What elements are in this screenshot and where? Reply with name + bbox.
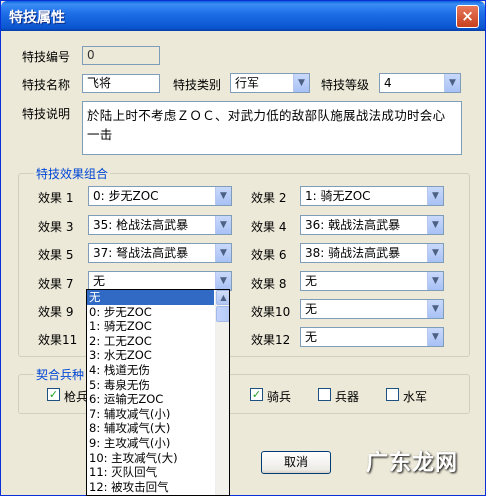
- dropdown-option[interactable]: 无: [87, 290, 214, 305]
- category-label: 特技类别: [173, 78, 222, 92]
- chevron-down-icon: ▼: [444, 74, 460, 92]
- effect-11-label: 效果11: [38, 333, 78, 347]
- dropdown-option[interactable]: 0: 步无ZOC: [87, 305, 214, 320]
- troop-navy-label: 水军: [403, 390, 428, 404]
- dropdown-option[interactable]: 4: 栈道无伤: [87, 363, 214, 378]
- effect-7-select[interactable]: 无 ▼: [88, 271, 232, 291]
- effect-7-label: 效果 7: [38, 277, 74, 291]
- effect-5-value: 37: 弩战法高武暴: [93, 246, 189, 260]
- troops-group-title: 契合兵种: [34, 366, 87, 383]
- chevron-down-icon: ▼: [427, 244, 443, 262]
- effect-8-label: 效果 8: [251, 277, 287, 291]
- chevron-down-icon: ▼: [215, 272, 231, 290]
- dropdown-option[interactable]: 12: 被攻击回气: [87, 480, 214, 495]
- scroll-thumb[interactable]: [216, 306, 229, 322]
- category-select[interactable]: 行军 ▼: [230, 73, 310, 93]
- dropdown-scrollbar[interactable]: ▲: [215, 290, 229, 495]
- name-field[interactable]: 飞将: [82, 74, 160, 93]
- effect-8-select[interactable]: 无 ▼: [300, 271, 444, 291]
- effect-2-label: 效果 2: [251, 191, 287, 205]
- effect-3-label: 效果 3: [38, 220, 74, 234]
- desc-textarea[interactable]: 於陆上时不考虑ＺＯＣ、对武力低的敌部队施展战法成功时会心一击: [82, 101, 462, 155]
- chevron-down-icon: ▼: [427, 300, 443, 318]
- effect-2-select[interactable]: 1: 骑无ZOC ▼: [300, 186, 444, 206]
- close-icon: ×: [461, 7, 474, 25]
- dropdown-option[interactable]: 1: 骑无ZOC: [87, 319, 214, 334]
- troop-cavalry-checkbox[interactable]: ✓: [250, 388, 263, 401]
- effect-9-label: 效果 9: [38, 305, 74, 319]
- window-title: 特技属性: [9, 10, 65, 26]
- dropdown-option[interactable]: 9: 主攻减气(小): [87, 436, 214, 451]
- id-label: 特技编号: [22, 50, 71, 64]
- effect-6-label: 效果 6: [251, 248, 287, 262]
- title-bar: 特技属性 ×: [1, 1, 485, 31]
- effect-12-value: 无: [305, 330, 318, 344]
- troop-navy-checkbox[interactable]: [386, 388, 399, 401]
- chevron-down-icon: ▼: [215, 244, 231, 262]
- dropdown-option[interactable]: 11: 灭队回气: [87, 465, 214, 480]
- chevron-down-icon: ▼: [427, 216, 443, 234]
- effect-8-value: 无: [305, 274, 318, 288]
- level-value: 4: [384, 76, 392, 90]
- dialog-window: 特技属性 × 特技编号 0 特技名称 飞将 特技类别 行军 ▼ 特技等级 4 ▼…: [0, 0, 486, 496]
- effect-1-value: 0: 步无ZOC: [93, 189, 159, 203]
- chevron-down-icon: ▼: [215, 216, 231, 234]
- effect-7-value: 无: [93, 274, 106, 288]
- effect-5-select[interactable]: 37: 弩战法高武暴 ▼: [88, 243, 232, 263]
- dialog-body: 特技编号 0 特技名称 飞将 特技类别 行军 ▼ 特技等级 4 ▼ 特技说明 於…: [4, 31, 482, 492]
- dropdown-option[interactable]: 8: 辅攻减气(大): [87, 421, 214, 436]
- effect-4-select[interactable]: 36: 戟战法高武暴 ▼: [300, 215, 444, 235]
- category-value: 行军: [235, 76, 260, 90]
- effect-4-value: 36: 戟战法高武暴: [305, 218, 401, 232]
- effect-3-select[interactable]: 35: 枪战法高武暴 ▼: [88, 215, 232, 235]
- effect-3-value: 35: 枪战法高武暴: [93, 218, 189, 232]
- scroll-up-icon[interactable]: ▲: [216, 290, 229, 305]
- effect-2-value: 1: 骑无ZOC: [305, 189, 371, 203]
- troop-spear-checkbox[interactable]: ✓: [47, 388, 60, 401]
- dropdown-option[interactable]: 7: 辅攻减气(小): [87, 407, 214, 422]
- chevron-down-icon: ▼: [293, 74, 309, 92]
- effect-6-select[interactable]: 38: 骑战法高武暴 ▼: [300, 243, 444, 263]
- effect-6-value: 38: 骑战法高武暴: [305, 246, 401, 260]
- name-label: 特技名称: [22, 78, 71, 92]
- dropdown-option[interactable]: 5: 毒泉无伤: [87, 378, 214, 393]
- dropdown-option[interactable]: 3: 水无ZOC: [87, 348, 214, 363]
- effect-12-label: 效果12: [251, 333, 291, 347]
- effect-10-select[interactable]: 无 ▼: [300, 299, 444, 319]
- effect-7-dropdown-list[interactable]: 无 0: 步无ZOC 1: 骑无ZOC 2: 工无ZOC 3: 水无ZOC 4: 栈道无伤…: [86, 289, 230, 496]
- level-label: 特技等级: [321, 78, 370, 92]
- desc-label: 特技说明: [22, 107, 71, 121]
- level-select[interactable]: 4 ▼: [379, 73, 461, 93]
- dropdown-option[interactable]: 10: 主攻减气(大): [87, 451, 214, 466]
- effect-4-label: 效果 4: [251, 220, 287, 234]
- dropdown-option[interactable]: 6: 运输无ZOC: [87, 392, 214, 407]
- troop-siege-checkbox[interactable]: [318, 388, 331, 401]
- effects-group-title: 特技效果组合: [34, 165, 111, 182]
- effect-12-select[interactable]: 无 ▼: [300, 327, 444, 347]
- dropdown-option[interactable]: 2: 工无ZOC: [87, 334, 214, 349]
- id-field: 0: [82, 46, 160, 65]
- dropdown-options: 无 0: 步无ZOC 1: 骑无ZOC 2: 工无ZOC 3: 水无ZOC 4: 栈道无伤…: [87, 290, 214, 495]
- effect-10-value: 无: [305, 302, 318, 316]
- effect-1-label: 效果 1: [38, 191, 74, 205]
- effect-5-label: 效果 5: [38, 248, 74, 262]
- close-button[interactable]: ×: [456, 5, 479, 28]
- chevron-down-icon: ▼: [427, 272, 443, 290]
- cancel-button[interactable]: 取消: [261, 451, 331, 474]
- chevron-down-icon: ▼: [215, 187, 231, 205]
- chevron-down-icon: ▼: [427, 328, 443, 346]
- troop-cavalry-label: 骑兵: [267, 390, 292, 404]
- watermark-text: 广东龙网: [366, 451, 459, 476]
- effect-10-label: 效果10: [251, 305, 291, 319]
- effect-1-select[interactable]: 0: 步无ZOC ▼: [88, 186, 232, 206]
- troop-siege-label: 兵器: [335, 390, 360, 404]
- chevron-down-icon: ▼: [427, 187, 443, 205]
- troop-spear-label: 枪兵: [64, 390, 89, 404]
